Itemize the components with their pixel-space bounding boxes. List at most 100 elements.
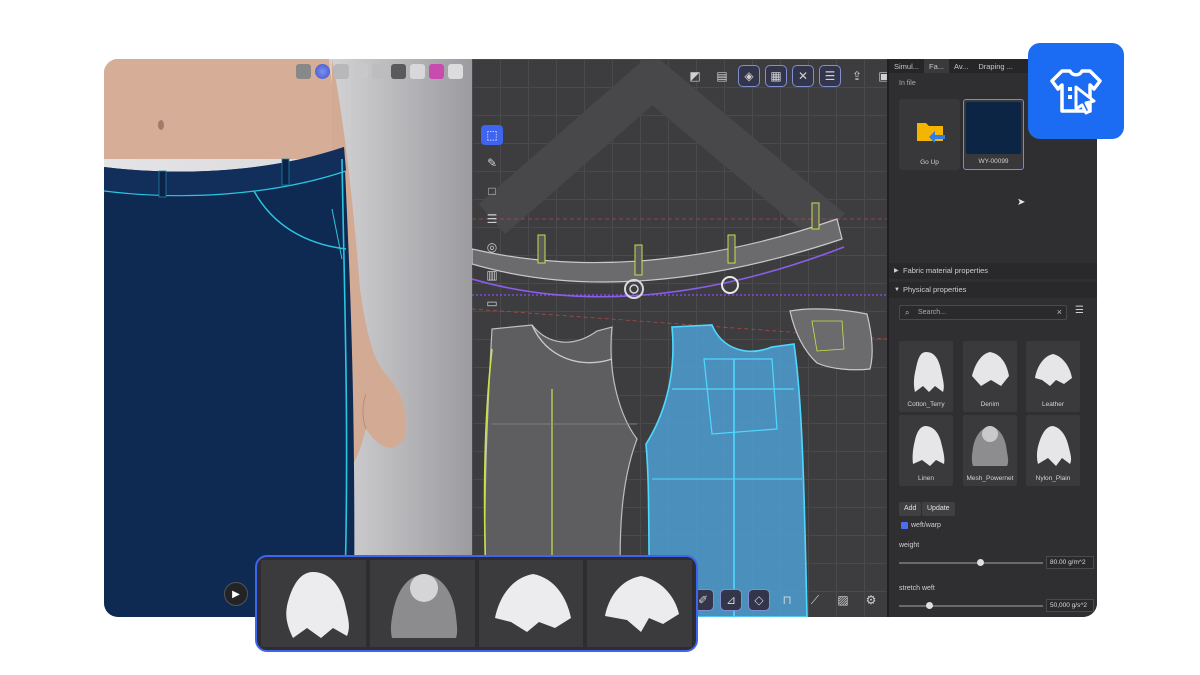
fabric-cotton-terry[interactable]: Cotton_Terry — [899, 341, 953, 412]
drape-icon — [972, 352, 1009, 386]
clipboard-icon[interactable]: ▤ — [711, 65, 733, 87]
denim-swatch — [966, 102, 1021, 154]
avatar-icon[interactable] — [353, 64, 368, 79]
physical-properties-label: Physical properties — [903, 285, 967, 294]
texture-icon[interactable] — [296, 64, 311, 79]
ruler-icon[interactable]: ⊿ — [720, 589, 742, 611]
in-file-label: In file — [899, 80, 916, 87]
layers-icon[interactable] — [334, 64, 349, 79]
avatar-render — [104, 59, 407, 617]
tag-icon[interactable]: ◇ — [748, 589, 770, 611]
button-icon[interactable]: ◎ — [481, 237, 503, 257]
drape-icon — [494, 574, 571, 632]
fabric-leather[interactable]: Leather — [1026, 341, 1080, 412]
toolbar-2d: ◩ ▤ ◈ ▦ ✕ ☰ ⇪ ▣ — [684, 65, 887, 87]
toolbar-3d — [296, 64, 463, 79]
grid-icon[interactable]: ▦ — [765, 65, 787, 87]
search-placeholder: Search... — [918, 309, 947, 316]
pattern-canvas — [472, 59, 887, 617]
update-button[interactable]: Update — [922, 502, 955, 516]
fabric-denim[interactable]: Denim — [963, 341, 1017, 412]
fabric-tile-selected[interactable]: WY-00099 — [963, 99, 1024, 170]
drape-icon — [1035, 354, 1072, 386]
select-icon[interactable]: ⬚ — [481, 125, 503, 145]
tab-fabric[interactable]: Fa... — [924, 59, 950, 73]
line-icon[interactable]: ⟋ — [804, 589, 826, 611]
list-view-icon[interactable]: ☰ — [1075, 305, 1084, 316]
lock-icon[interactable]: ⊓ — [776, 589, 798, 611]
settings-icon[interactable]: ⚙ — [860, 589, 882, 611]
close-icon[interactable]: × — [1057, 306, 1062, 319]
side-toolbar: ⬚ ✎ □ ☰ ◎ ▥ ▭ — [481, 125, 503, 313]
folder-icon — [901, 101, 958, 153]
image-icon[interactable] — [410, 64, 425, 79]
fabric-label: Leather — [1041, 401, 1065, 408]
map-icon[interactable]: ▥ — [481, 265, 503, 285]
figure-icon[interactable] — [372, 64, 387, 79]
stretch-weft-label: stretch weft — [899, 585, 935, 592]
fabric-label: Linen — [918, 475, 934, 482]
sewing-icon[interactable]: ☰ — [481, 209, 503, 229]
viewport-3d[interactable] — [104, 59, 472, 617]
image-icon[interactable]: ▨ — [832, 589, 854, 611]
pen-icon[interactable]: ✎ — [481, 153, 503, 173]
list-icon[interactable]: ☰ — [819, 65, 841, 87]
pink-image-icon[interactable] — [429, 64, 444, 79]
fabric-label: Denim — [980, 401, 1000, 408]
go-up-tile[interactable]: Go Up — [899, 99, 960, 170]
weight-slider-handle[interactable] — [976, 559, 984, 566]
export-icon[interactable]: ⇪ — [846, 65, 868, 87]
viewport-2d[interactable]: ◩ ▤ ◈ ▦ ✕ ☰ ⇪ ▣ ⬚ ✎ □ ☰ ◎ ▥ ▭ ✐ ⊿ ◇ ⊓ ⟋ … — [472, 59, 887, 617]
garment-icon[interactable] — [391, 64, 406, 79]
weight-label: weight — [899, 542, 920, 549]
drape-preview-strip — [255, 555, 698, 652]
tag-icon[interactable]: ◈ — [738, 65, 760, 87]
physical-properties-section[interactable]: ▼ Physical properties — [889, 282, 1097, 298]
mouse-cursor-icon: ➤ — [1017, 197, 1026, 208]
stretch-weft-slider-handle[interactable] — [926, 602, 934, 609]
cube-icon[interactable] — [448, 64, 463, 79]
fabric-label: Nylon_Plain — [1035, 475, 1071, 482]
drape-icon — [286, 572, 349, 638]
app-logo-icon — [1028, 43, 1124, 139]
stretch-weft-slider[interactable] — [899, 602, 1043, 609]
drape-preview-4[interactable] — [587, 560, 692, 647]
drape-preview-1[interactable] — [261, 560, 366, 647]
weight-slider[interactable] — [899, 559, 1043, 566]
drape-icon — [390, 574, 457, 638]
drape-icon — [1036, 426, 1072, 466]
fabric-label: Mesh_Powernet — [966, 475, 1014, 482]
play-button[interactable]: ▶ — [224, 582, 248, 606]
fabric-label: Cotton_Terry — [907, 401, 945, 408]
drape-preview-2[interactable] — [369, 560, 475, 647]
search-input[interactable]: ⌕ Search... × — [899, 305, 1067, 320]
add-button[interactable]: Add — [899, 502, 922, 516]
search-icon: ⌕ — [905, 308, 910, 317]
printer-icon[interactable]: ▭ — [481, 293, 503, 313]
drape-icon — [912, 426, 945, 466]
bottom-toolbar: ✐ ⊿ ◇ ⊓ ⟋ ▨ ⚙ — [692, 589, 882, 611]
library-panel: Simul... Fa... Av... Draping ... In file… — [887, 59, 1097, 617]
pattern-icon[interactable]: ◩ — [684, 65, 706, 87]
fabric-linen[interactable]: Linen — [899, 415, 953, 486]
rectangle-icon[interactable]: □ — [481, 181, 503, 201]
drape-icon — [971, 426, 1009, 466]
fabric-material-label: Fabric material properties — [903, 266, 989, 275]
drape-preview-3[interactable] — [478, 560, 584, 647]
sphere-icon[interactable] — [315, 64, 330, 79]
go-up-label: Go Up — [920, 159, 939, 166]
weft-warp-label: weft/warp — [911, 522, 941, 529]
tab-simulation[interactable]: Simul... — [889, 59, 924, 73]
drape-icon — [605, 576, 680, 632]
chevron-right-icon: ▶ — [894, 268, 899, 274]
fabric-material-section[interactable]: ▶ Fabric material properties — [889, 263, 1097, 279]
fabric-mesh-powernet[interactable]: Mesh_Powernet — [963, 415, 1017, 486]
weight-value[interactable]: 80.00 g/m^2 — [1046, 556, 1094, 569]
weft-warp-checkbox[interactable] — [901, 522, 908, 529]
scissors-icon[interactable]: ✕ — [792, 65, 814, 87]
cube-icon[interactable]: ▣ — [873, 65, 887, 87]
stretch-weft-value[interactable]: 50,000 g/s^2 — [1046, 599, 1094, 612]
tab-avatar[interactable]: Av... — [949, 59, 973, 73]
tab-draping[interactable]: Draping ... — [973, 59, 1018, 73]
fabric-nylon-plain[interactable]: Nylon_Plain — [1026, 415, 1080, 486]
